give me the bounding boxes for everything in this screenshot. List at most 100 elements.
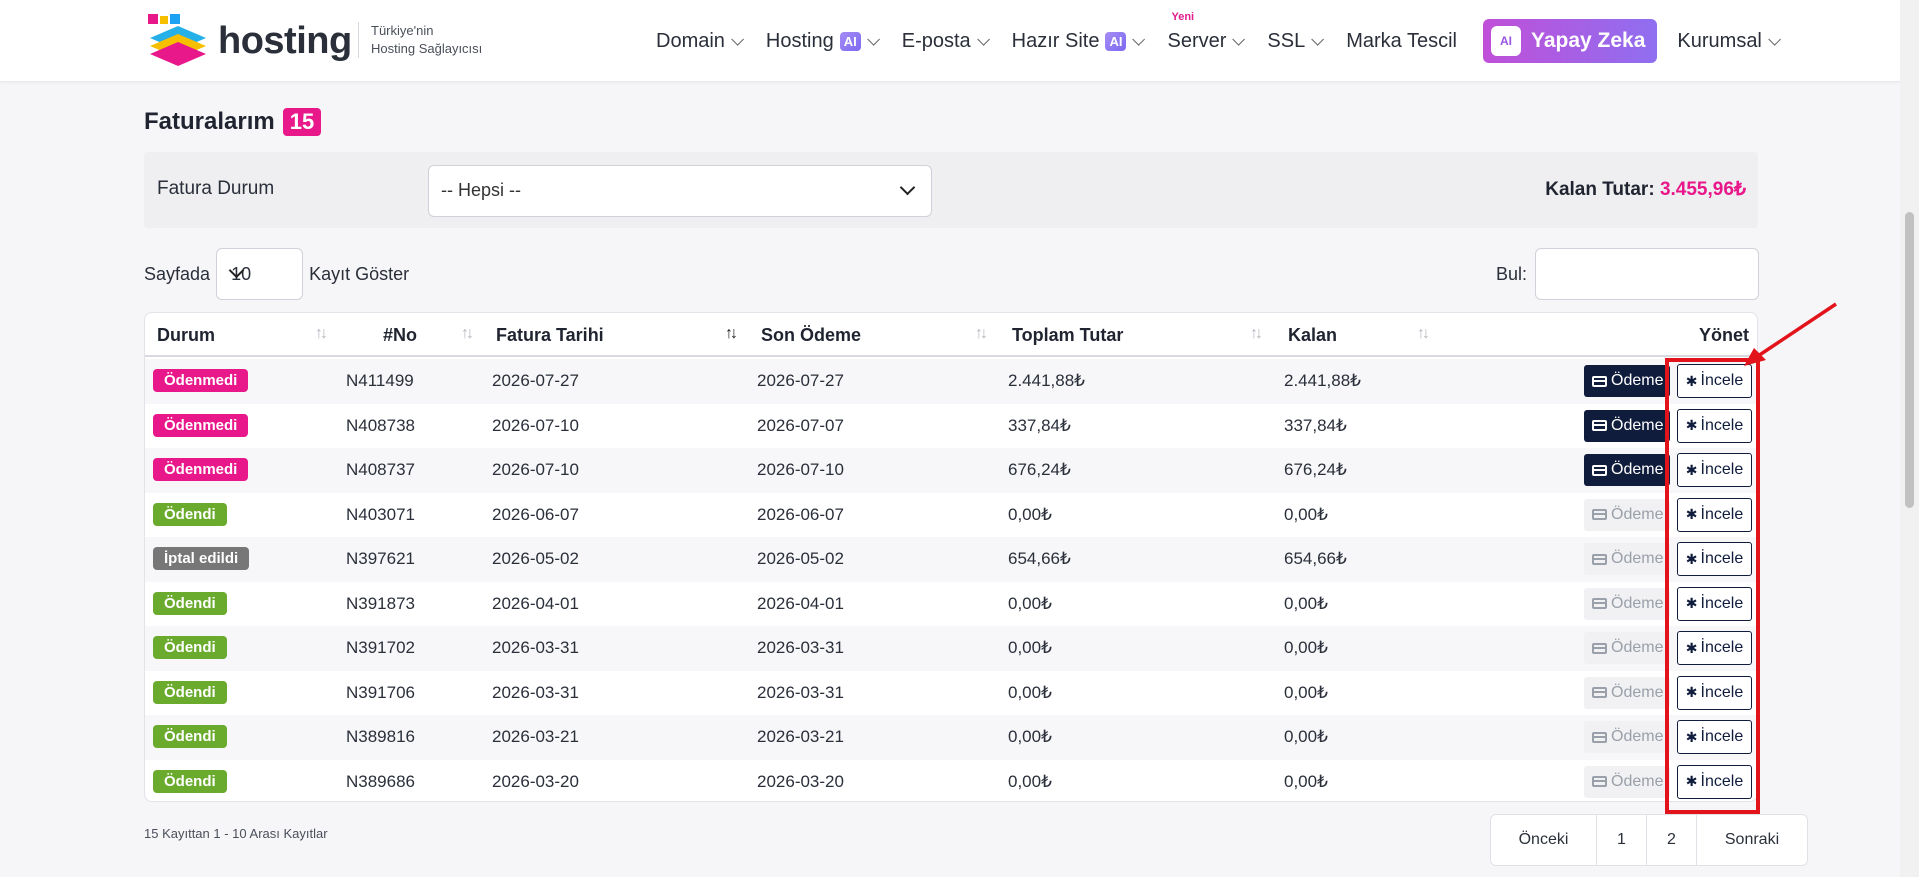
credit-card-icon — [1592, 687, 1607, 698]
status-badge: Ödenmedi — [153, 413, 249, 437]
total-amount: 0,00₺ — [1008, 638, 1052, 657]
nav-label: Domain — [656, 29, 725, 52]
total-amount: 0,00₺ — [1008, 727, 1052, 746]
remaining-total: Kalan Tutar: 3.455,96₺ — [1545, 178, 1746, 201]
invoice-no: N411499 — [346, 371, 414, 390]
nav-server[interactable]: Yeni Server — [1167, 0, 1246, 82]
credit-card-icon — [1592, 776, 1607, 787]
total-amount: 0,00₺ — [1008, 504, 1052, 524]
pay-button-label: Ödeme — [1611, 683, 1664, 701]
sort-desc-icon[interactable]: ↑↓ — [725, 325, 738, 343]
pagination: Önceki 1 2 Sonraki — [1490, 814, 1808, 866]
credit-card-icon — [1592, 509, 1607, 520]
due-date: 2026-07-10 — [757, 460, 844, 479]
table-row: İptal edildi N397621 2026-05-02 2026-05-02 6… — [145, 537, 1757, 582]
remaining-amount: 0,00₺ — [1284, 771, 1328, 791]
credit-card-icon — [1592, 598, 1607, 609]
invoice-table: Durum ↑↓ #No ↑↓ Fatura Tarihi ↑↓ Son Öde… — [144, 312, 1758, 802]
due-date: 2026-07-27 — [757, 371, 844, 390]
pay-button-label: Ödeme — [1611, 550, 1664, 567]
invoice-date: 2026-05-02 — [492, 549, 579, 568]
length-suffix: Kayıt Göster — [309, 263, 410, 284]
pagination-page-2[interactable]: 2 — [1647, 815, 1697, 865]
credit-card-icon — [1592, 420, 1607, 431]
pay-button: Ödeme — [1584, 765, 1670, 798]
nav-domain[interactable]: Domain — [656, 0, 744, 82]
table-row: Ödenmedi N411499 2026-07-27 2026-07-27 2.441… — [145, 359, 1757, 404]
pay-button-label: Ödeme — [1611, 461, 1664, 478]
logo-layers-icon — [148, 14, 206, 66]
status-badge: Ödenmedi — [153, 458, 249, 481]
nav-hazir-site[interactable]: Hazır Site AI — [1012, 0, 1146, 82]
sort-icon[interactable]: ↑↓ — [1417, 325, 1430, 343]
nav-hosting[interactable]: Hosting AI — [766, 0, 880, 82]
page-scrollbar[interactable] — [1900, 0, 1919, 877]
invoice-date: 2026-03-21 — [492, 727, 579, 746]
chevron-down-icon — [1232, 32, 1246, 46]
scrollbar-thumb[interactable] — [1905, 212, 1914, 508]
table-row: Ödendi N389816 2026-03-21 2026-03-21 0,00₺ 0,… — [145, 715, 1757, 760]
nav-label: Marka Tescil — [1346, 29, 1457, 52]
sort-icon[interactable]: ↑↓ — [461, 325, 474, 343]
pagination-prev[interactable]: Önceki — [1491, 815, 1597, 865]
invoice-date: 2026-06-07 — [492, 504, 579, 524]
invoice-no: N403071 — [346, 504, 416, 524]
header-due[interactable]: Son Ödeme — [761, 325, 861, 346]
status-badge: Ödendi — [153, 680, 227, 704]
sort-icon[interactable]: ↑↓ — [1250, 325, 1263, 343]
site-logo[interactable]: hosting — [146, 12, 352, 72]
page-length-select[interactable]: 10 — [216, 248, 304, 300]
invoice-no: N391706 — [346, 682, 416, 702]
table-row: Ödenmedi N408737 2026-07-10 2026-07-10 676,2… — [145, 448, 1757, 493]
ai-button[interactable]: AI Yapay Zeka — [1482, 19, 1658, 63]
ai-sparkle-icon: AI — [1490, 26, 1521, 56]
nav-label: SSL — [1267, 29, 1306, 52]
total-amount: 2.441,88₺ — [1008, 371, 1085, 390]
nav-label: Kurumsal — [1677, 29, 1762, 52]
chevron-down-icon — [1132, 32, 1146, 46]
remaining-amount: 654,66₺ — [1284, 549, 1347, 568]
header-total[interactable]: Toplam Tutar — [1012, 325, 1123, 346]
tagline: Türkiye'nin Hosting Sağlayıcısı — [358, 22, 482, 58]
nav-kurumsal[interactable]: Kurumsal — [1677, 0, 1781, 82]
remaining-amount: 676,24₺ — [1284, 460, 1347, 479]
total-amount: 676,24₺ — [1008, 460, 1071, 479]
pay-button[interactable]: Ödeme — [1584, 409, 1670, 442]
pay-button-label: Ödeme — [1611, 594, 1664, 612]
nav-marka-tescil[interactable]: Marka Tescil — [1346, 0, 1457, 82]
chevron-down-icon — [1311, 32, 1325, 46]
table-row: Ödendi N391873 2026-04-01 2026-04-01 0,00₺ 0,… — [145, 582, 1757, 627]
page-length-control: Sayfada 10 Kayıt Göster — [144, 248, 409, 300]
search-input[interactable] — [1535, 248, 1760, 300]
pay-button: Ödeme — [1584, 632, 1670, 664]
filter-bar: Fatura Durum -- Hepsi -- Kalan Tutar: 3.… — [144, 152, 1758, 228]
header-date[interactable]: Fatura Tarihi — [496, 325, 604, 346]
remaining-amount: 337,84₺ — [1284, 415, 1347, 435]
total-amount: 0,00₺ — [1008, 593, 1052, 613]
sort-icon[interactable]: ↑↓ — [975, 325, 988, 343]
status-filter-select[interactable]: -- Hepsi -- — [428, 165, 932, 217]
main-nav: Domain Hosting AI E-posta Hazır Site AI … — [656, 0, 1803, 82]
pay-button[interactable]: Ödeme — [1584, 454, 1670, 486]
nav-ssl[interactable]: SSL — [1267, 0, 1325, 82]
pagination-page-1[interactable]: 1 — [1597, 815, 1647, 865]
table-row: Ödendi N403071 2026-06-07 2026-06-07 0,00₺ 0,… — [145, 493, 1757, 538]
sort-icon[interactable]: ↑↓ — [315, 325, 328, 343]
invoice-date: 2026-03-31 — [492, 682, 579, 702]
pay-button: Ödeme — [1584, 676, 1670, 709]
tagline-line1: Türkiye'nin — [371, 23, 434, 38]
header-remain[interactable]: Kalan — [1288, 325, 1337, 346]
header-no[interactable]: #No — [383, 325, 417, 346]
nav-eposta[interactable]: E-posta — [902, 0, 990, 82]
header-status[interactable]: Durum — [157, 325, 215, 346]
remaining-amount: 0,00₺ — [1284, 504, 1328, 524]
invoice-no: N391702 — [346, 638, 416, 657]
invoice-date: 2026-07-27 — [492, 371, 579, 390]
table-row: Ödendi N391702 2026-03-31 2026-03-31 0,00₺ 0,… — [145, 626, 1757, 671]
search-control: Bul: — [1496, 248, 1760, 300]
due-date: 2026-07-07 — [757, 415, 844, 435]
due-date: 2026-04-01 — [757, 593, 844, 613]
pagination-next[interactable]: Sonraki — [1697, 815, 1807, 865]
pay-button[interactable]: Ödeme — [1584, 365, 1670, 397]
due-date: 2026-03-31 — [757, 638, 844, 657]
